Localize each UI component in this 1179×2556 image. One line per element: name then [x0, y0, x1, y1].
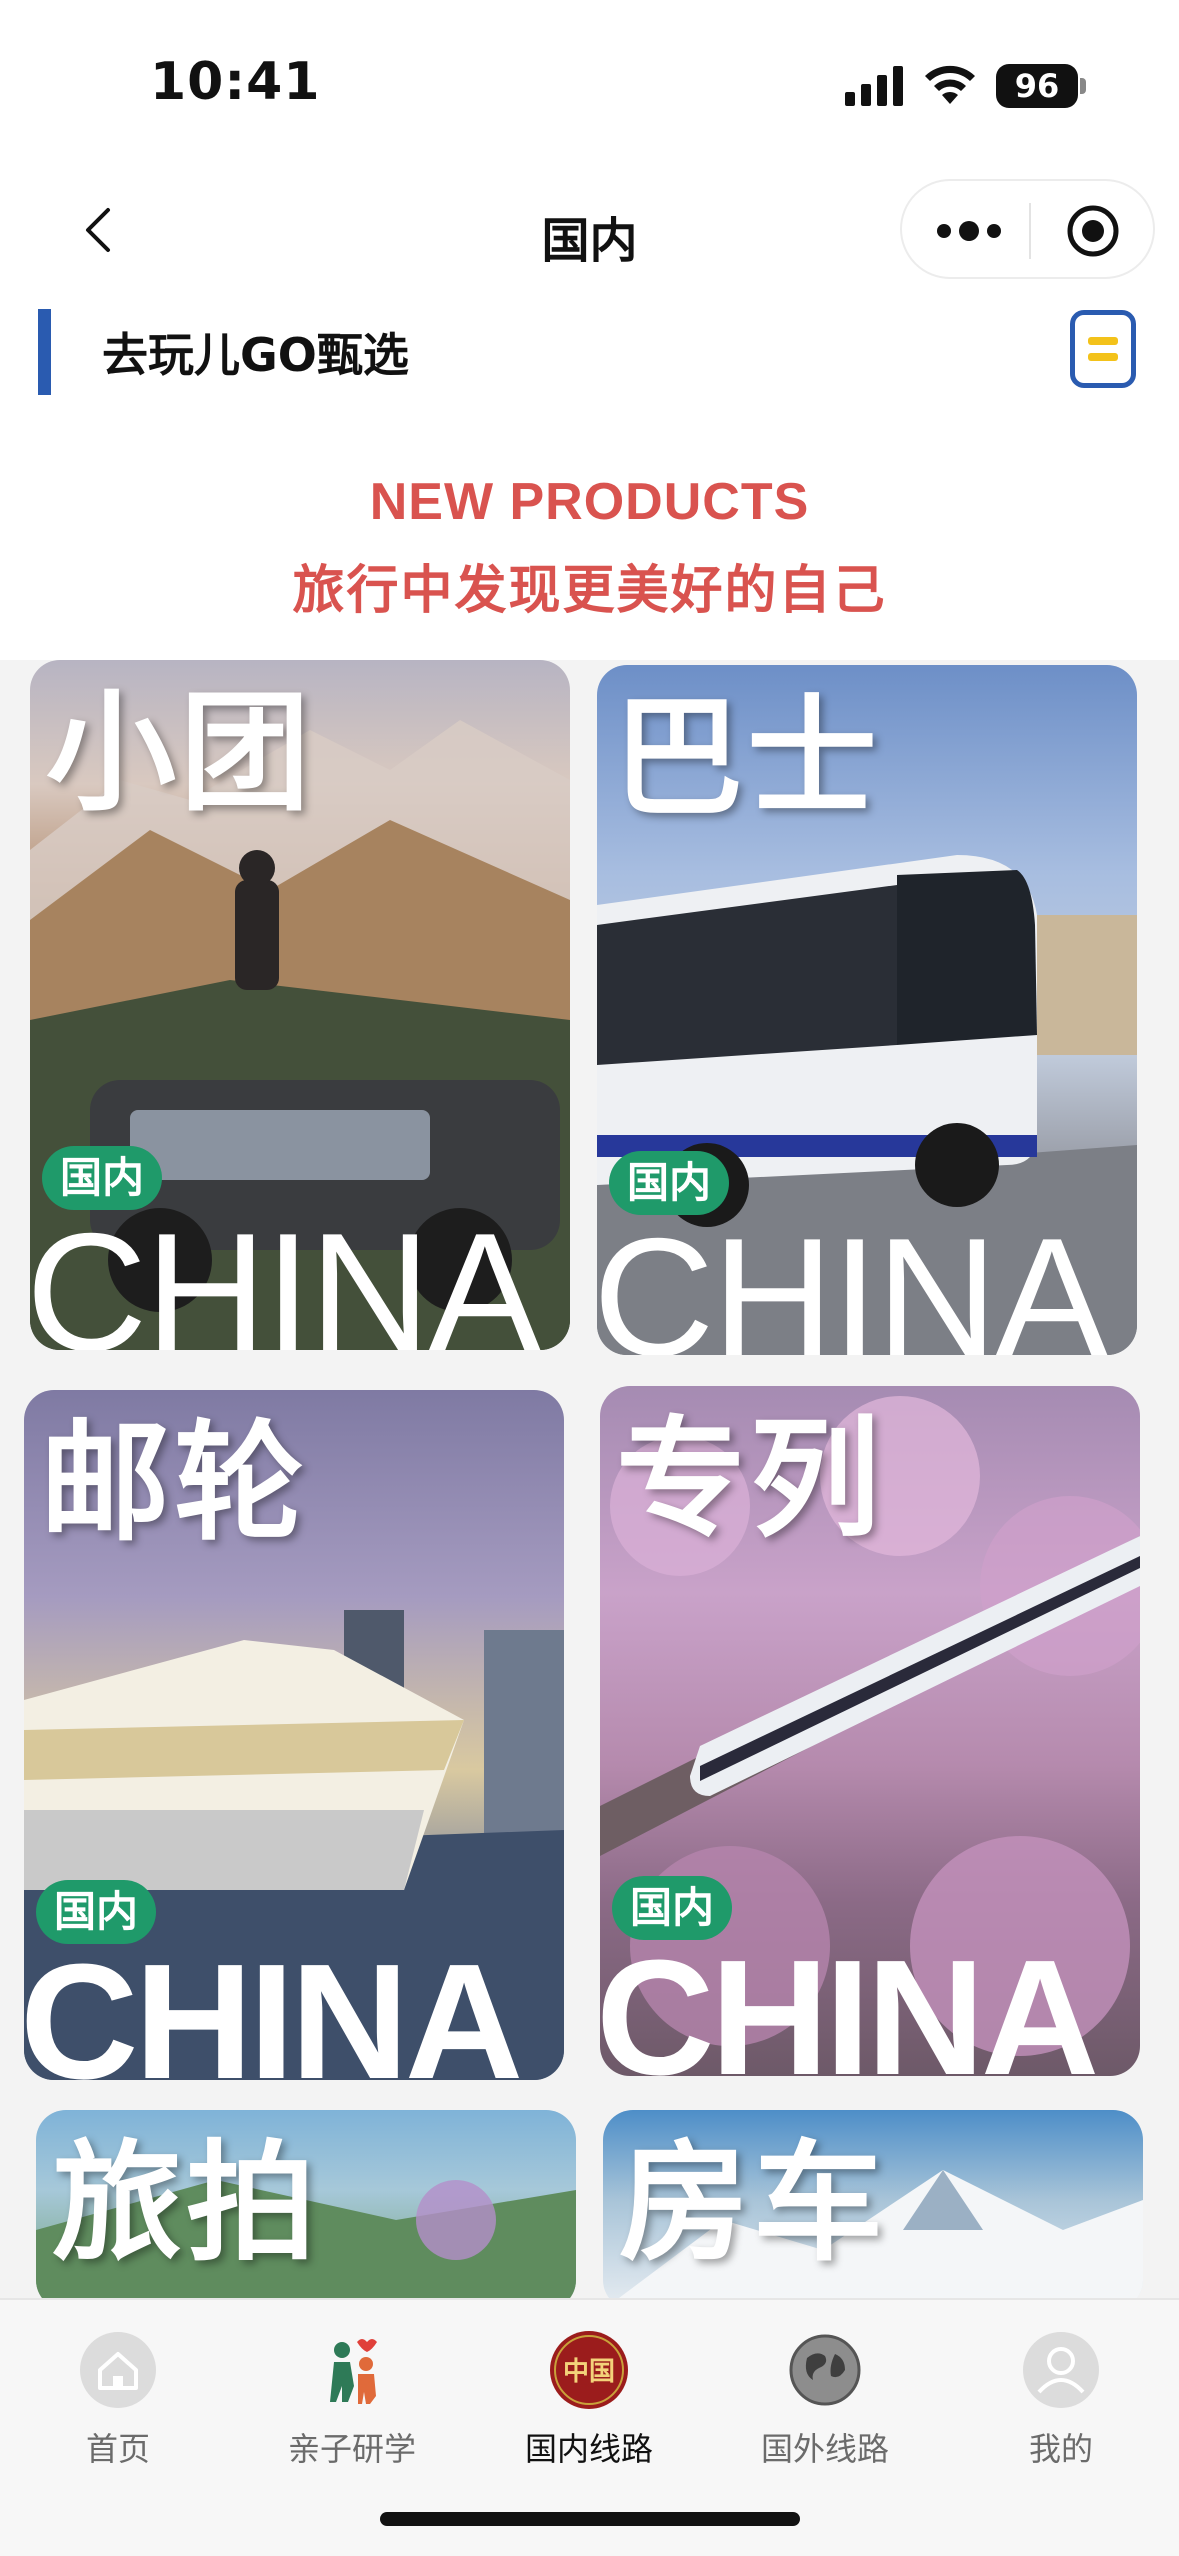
section-accent-bar [38, 309, 51, 395]
card-title: 旅拍 [52, 2127, 321, 2279]
product-card-travel-photo[interactable]: 旅拍 [36, 2110, 576, 2310]
cellular-signal-icon [845, 66, 903, 106]
wifi-icon [925, 65, 975, 104]
battery-cap [1080, 78, 1086, 94]
card-title: 专列 [616, 1403, 885, 1555]
close-miniprogram-icon[interactable] [1065, 203, 1121, 259]
product-card-small-group[interactable]: 小团 国内 CHINA [30, 660, 570, 1350]
card-title: 小团 [46, 677, 315, 829]
china-seal-icon: 中国 [550, 2331, 628, 2409]
more-icon[interactable] [934, 211, 1004, 251]
menu-icon-bar [1088, 337, 1118, 345]
tab-label: 我的 [1028, 2430, 1093, 2468]
menu-icon[interactable] [1070, 310, 1136, 388]
status-time: 10:41 [150, 52, 321, 112]
product-card-special-train[interactable]: 专列 国内 CHINA [600, 1386, 1140, 2076]
product-card-bus[interactable]: 巴士 国内 CHINA [597, 665, 1137, 1355]
tab-family-study[interactable]: 亲子研学 [252, 2314, 452, 2474]
tab-label: 首页 [85, 2430, 150, 2468]
tab-profile[interactable]: 我的 [961, 2314, 1161, 2474]
banner-heading-en: NEW PRODUCTS [369, 473, 810, 531]
tab-overseas-routes[interactable]: 国外线路 [725, 2314, 925, 2474]
home-icon [80, 2332, 156, 2408]
tab-domestic-routes[interactable]: 中国 国内线路 [489, 2314, 689, 2474]
card-watermark: CHINA [30, 1198, 541, 1350]
card-watermark: CHINA [24, 1930, 523, 2081]
status-bar: 10:41 96 [0, 0, 1179, 150]
card-watermark: CHINA [597, 1203, 1108, 1355]
globe-icon [789, 2334, 861, 2406]
tab-home[interactable]: 首页 [18, 2314, 218, 2474]
family-icon [330, 2339, 377, 2404]
card-title: 巴士 [613, 682, 882, 834]
card-title: 邮轮 [40, 1407, 309, 1559]
product-card-cruise[interactable]: 邮轮 国内 CHINA [24, 1390, 564, 2080]
menu-icon-bar [1088, 353, 1118, 361]
card-title: 房车 [619, 2127, 888, 2279]
section-title: 去玩儿GO甄选 [102, 328, 409, 382]
battery-indicator: 96 [996, 64, 1078, 108]
miniprogram-capsule [900, 179, 1155, 279]
card-watermark: CHINA [600, 1926, 1099, 2077]
svg-text:中国: 中国 [563, 2357, 615, 2387]
profile-icon [1023, 2332, 1099, 2408]
product-card-rv[interactable]: 房车 [603, 2110, 1143, 2310]
tab-label: 国内线路 [524, 2430, 653, 2468]
tab-label: 亲子研学 [287, 2430, 416, 2468]
nav-bar: 国内 [0, 165, 1179, 295]
banner-heading-cn: 旅行中发现更美好的自己 [292, 561, 887, 621]
section-header: 去玩儿GO甄选 [0, 305, 1179, 395]
tab-label: 国外线路 [760, 2430, 889, 2468]
capsule-divider [1029, 203, 1031, 259]
home-indicator [380, 2512, 800, 2526]
